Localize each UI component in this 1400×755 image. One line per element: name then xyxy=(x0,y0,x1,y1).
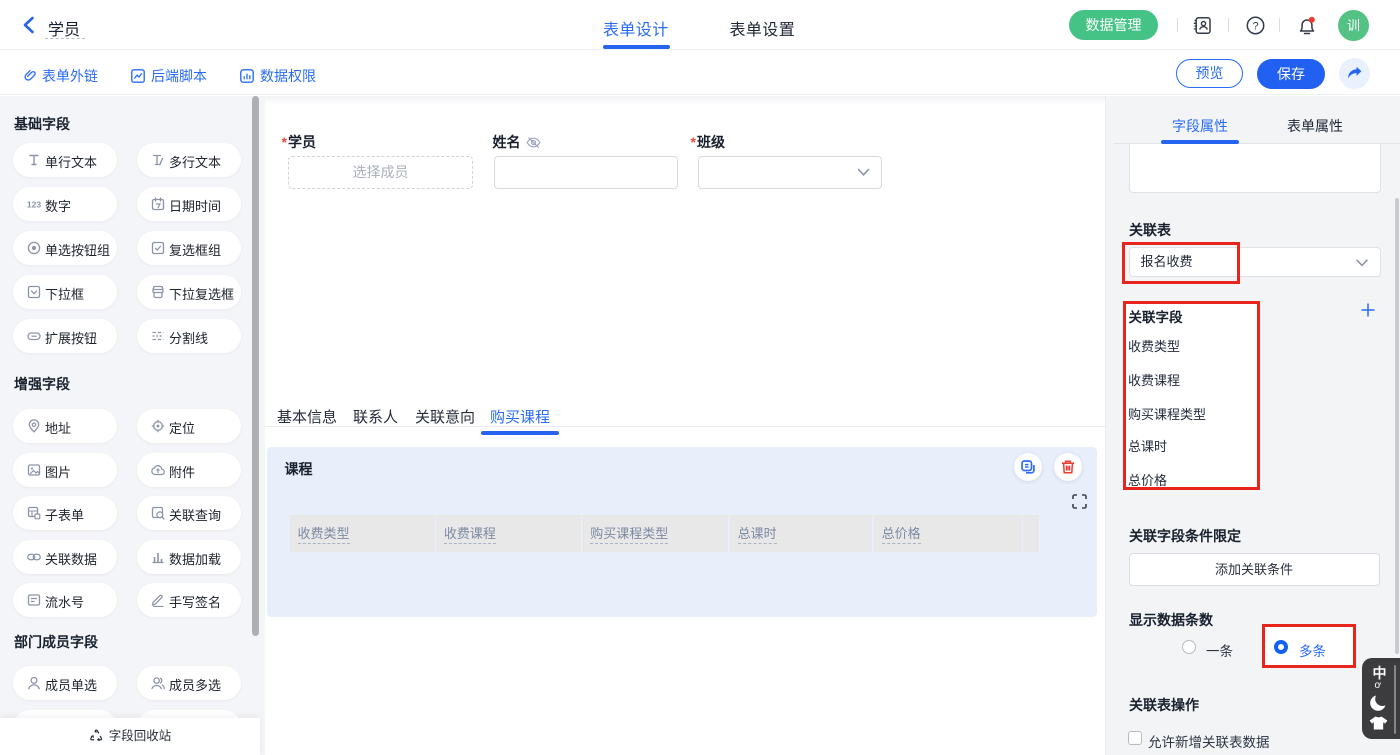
svg-text:123: 123 xyxy=(27,200,41,210)
svg-text:?: ? xyxy=(1252,20,1258,32)
